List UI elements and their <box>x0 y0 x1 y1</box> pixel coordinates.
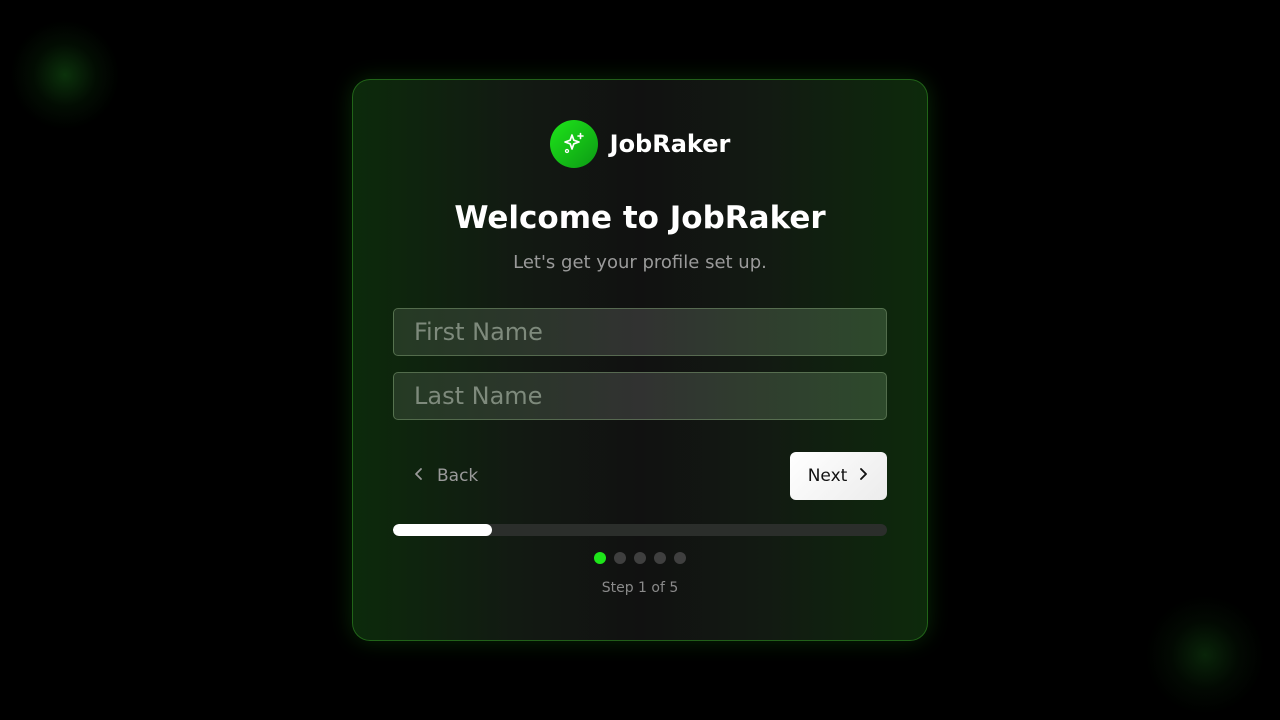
background-glow-top-left <box>10 20 120 130</box>
step-counter-text: Step 1 of 5 <box>601 580 679 596</box>
step-dot-3 <box>634 552 646 564</box>
chevron-left-icon <box>413 466 425 486</box>
next-button[interactable]: Next <box>790 452 887 500</box>
step-dot-4 <box>654 552 666 564</box>
last-name-input[interactable] <box>393 372 887 420</box>
next-button-label: Next <box>807 466 848 486</box>
step-indicator <box>353 552 927 564</box>
step-dot-1 <box>594 552 606 564</box>
back-button[interactable]: Back <box>413 456 478 496</box>
progress-bar <box>393 524 887 536</box>
first-name-input[interactable] <box>393 308 887 356</box>
step-dot-2 <box>614 552 626 564</box>
brand-header: JobRaker <box>353 120 927 168</box>
sparkles-icon <box>549 120 598 168</box>
brand-name: JobRaker <box>609 130 731 158</box>
progress-bar-fill <box>393 524 492 536</box>
page-background: JobRaker Welcome to JobRaker Let's get y… <box>0 0 1280 720</box>
onboarding-card: JobRaker Welcome to JobRaker Let's get y… <box>352 79 928 641</box>
page-subtitle: Let's get your profile set up. <box>513 252 767 273</box>
back-button-label: Back <box>437 466 479 486</box>
step-dot-5 <box>674 552 686 564</box>
chevron-right-icon <box>857 466 869 486</box>
page-title: Welcome to JobRaker <box>454 200 826 236</box>
background-glow-bottom-right <box>1145 595 1265 715</box>
